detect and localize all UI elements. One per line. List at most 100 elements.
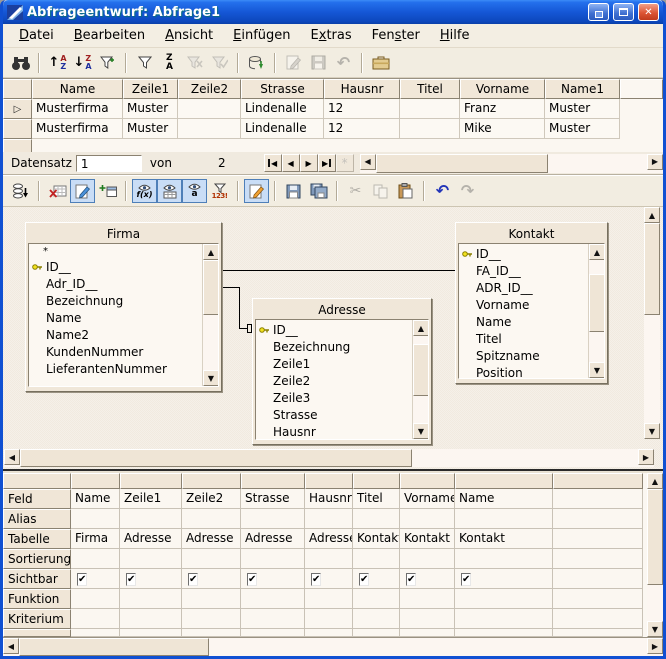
grid-cell[interactable] <box>241 549 305 569</box>
scrollbar-thumb[interactable] <box>413 344 429 396</box>
scroll-up-button[interactable]: ▲ <box>647 473 663 489</box>
alias-row-button[interactable]: a <box>182 179 207 203</box>
grid-cell[interactable]: ✔ <box>182 569 241 589</box>
edit-mode-button[interactable] <box>244 179 269 203</box>
grid-cell[interactable] <box>353 609 400 629</box>
grid-cell[interactable] <box>400 509 455 529</box>
grid-cell[interactable]: ✔ <box>71 569 120 589</box>
grid-cell[interactable]: Adresse <box>305 529 353 549</box>
grid-cell[interactable] <box>241 509 305 529</box>
grid-cell[interactable] <box>553 489 643 509</box>
design-horizontal-scrollbar[interactable]: ◀ ▶ <box>4 449 654 467</box>
field-row[interactable]: ID__ <box>256 321 412 338</box>
scroll-up-button[interactable]: ▲ <box>203 244 219 260</box>
maximize-button[interactable] <box>613 3 634 21</box>
record-number-input[interactable]: 1 <box>76 155 142 172</box>
field-row[interactable]: Zeile1 <box>256 355 412 372</box>
grid-horizontal-scrollbar[interactable]: ◀ ▶ <box>3 637 663 656</box>
menu-einfuegen[interactable]: Einfügen <box>223 25 300 46</box>
scrollbar-thumb[interactable] <box>647 489 663 585</box>
column-header[interactable]: Titel <box>400 79 460 99</box>
grid-vertical-scrollbar[interactable]: ▲ ▼ <box>647 473 663 637</box>
design-vertical-scrollbar[interactable]: ▲ ▼ <box>644 207 660 439</box>
cell[interactable]: Franz <box>460 99 545 119</box>
menu-ansicht[interactable]: Ansicht <box>155 25 223 46</box>
visible-checkbox[interactable]: ✔ <box>188 573 198 586</box>
grid-cell[interactable] <box>120 549 182 569</box>
cell[interactable]: Lindenalle <box>241 119 324 139</box>
table-window-adresse[interactable]: Adresse ID__ Bezeichnung Zeile1 Zeile2 Z… <box>252 298 432 445</box>
row-label[interactable]: Tabelle <box>3 529 71 549</box>
field-row[interactable]: Vorname <box>459 296 588 313</box>
table-title[interactable]: Kontakt <box>458 225 605 243</box>
find-record-button[interactable] <box>8 51 33 75</box>
design-view-toggle-button[interactable] <box>70 179 95 203</box>
cell[interactable]: Muster <box>545 99 620 119</box>
field-list-scrollbar[interactable]: ▲ ▼ <box>588 244 604 378</box>
grid-cell[interactable]: Firma <box>71 529 120 549</box>
grid-cell[interactable] <box>553 609 643 629</box>
row-label[interactable]: Alias <box>3 509 71 529</box>
scroll-down-button[interactable]: ▼ <box>413 423 429 439</box>
grid-cell[interactable] <box>553 589 643 609</box>
table-name-row-button[interactable] <box>157 179 182 203</box>
grid-cell[interactable] <box>71 509 120 529</box>
field-row[interactable]: Position <box>459 364 588 378</box>
cell[interactable] <box>178 119 241 139</box>
data-source-as-table-button[interactable] <box>368 51 393 75</box>
grid-column-header[interactable] <box>400 473 455 489</box>
save-button[interactable] <box>281 179 306 203</box>
next-record-button[interactable]: ▶ <box>300 154 318 172</box>
grid-cell[interactable]: Kontakt <box>455 529 553 549</box>
join-line[interactable] <box>239 287 240 329</box>
grid-corner-cell[interactable] <box>3 473 71 489</box>
menu-hilfe[interactable]: Hilfe <box>430 25 480 46</box>
grid-cell[interactable] <box>71 609 120 629</box>
visible-checkbox[interactable]: ✔ <box>311 573 321 586</box>
scroll-down-button[interactable]: ▼ <box>644 423 660 439</box>
grid-column-header[interactable] <box>455 473 553 489</box>
grid-cell[interactable] <box>182 589 241 609</box>
column-header[interactable]: Hausnr <box>324 79 400 99</box>
scroll-up-button[interactable]: ▲ <box>644 207 660 223</box>
scrollbar-thumb[interactable] <box>589 274 605 332</box>
grid-cell[interactable] <box>400 589 455 609</box>
last-record-button[interactable]: ▶ <box>318 154 336 172</box>
visible-checkbox[interactable]: ✔ <box>406 573 416 586</box>
grid-cell[interactable]: Kontakt <box>400 529 455 549</box>
grid-cell[interactable] <box>353 589 400 609</box>
title-bar[interactable]: Abfrageentwurf: Abfrage1 ✕ <box>3 0 663 24</box>
visible-checkbox[interactable]: ✔ <box>247 573 257 586</box>
sort-descending-button[interactable]: ↓ ZA <box>70 51 95 75</box>
grid-cell[interactable] <box>553 509 643 529</box>
minimize-button[interactable] <box>588 3 609 21</box>
scrollbar-thumb[interactable] <box>644 223 660 315</box>
grid-cell[interactable] <box>455 549 553 569</box>
row-selector[interactable] <box>3 139 32 152</box>
cell[interactable]: Lindenalle <box>241 99 324 119</box>
grid-cell[interactable]: Kontakt <box>353 529 400 549</box>
field-row[interactable]: LieferantenNummer <box>29 360 202 377</box>
grid-cell[interactable] <box>353 549 400 569</box>
field-row[interactable]: Hausnr <box>256 423 412 439</box>
grid-cell[interactable] <box>305 509 353 529</box>
scroll-down-button[interactable]: ▼ <box>647 621 663 637</box>
refresh-data-button[interactable] <box>244 51 269 75</box>
scroll-right-button[interactable]: ▶ <box>647 638 663 654</box>
grid-cell[interactable] <box>353 509 400 529</box>
scrollbar-thumb[interactable] <box>20 449 412 467</box>
cell[interactable]: 12 <box>324 99 400 119</box>
autofilter-button[interactable] <box>95 51 120 75</box>
column-header[interactable]: Zeile2 <box>178 79 241 99</box>
grid-column-header[interactable] <box>553 473 643 489</box>
field-row[interactable]: Spitzname <box>459 347 588 364</box>
field-list-scrollbar[interactable]: ▲ ▼ <box>412 320 428 439</box>
grid-cell[interactable]: ✔ <box>120 569 182 589</box>
field-row[interactable]: Titel <box>459 330 588 347</box>
grid-cell[interactable] <box>71 589 120 609</box>
field-row[interactable]: * <box>29 245 202 258</box>
field-row[interactable]: FA_ID__ <box>459 262 588 279</box>
column-header[interactable]: Strasse <box>241 79 324 99</box>
cell[interactable]: Musterfirma <box>32 119 123 139</box>
cell[interactable]: Mike <box>460 119 545 139</box>
